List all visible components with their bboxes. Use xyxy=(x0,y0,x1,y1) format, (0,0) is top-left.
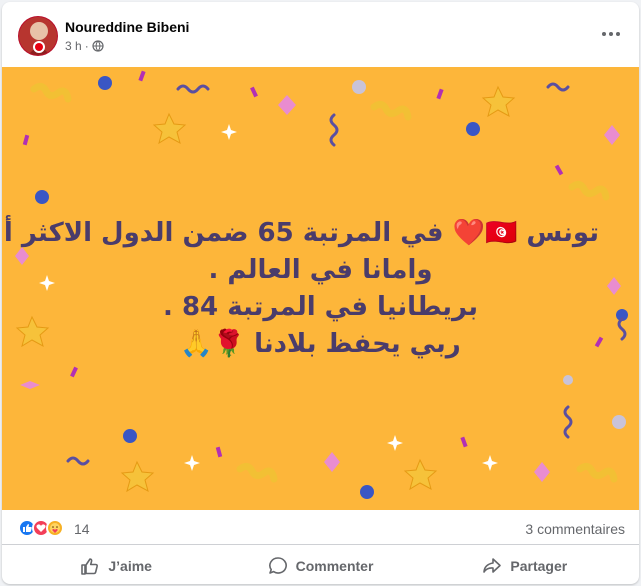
comment-button[interactable]: Commenter xyxy=(218,548,422,584)
post-text-line: ربي يحفظ بلادنا 🌹🙏 xyxy=(180,329,461,359)
author-avatar[interactable] xyxy=(18,16,58,56)
comment-button-label: Commenter xyxy=(295,558,374,574)
action-bar: J’aime Commenter Partager xyxy=(14,548,627,584)
post-background: تونس 🇹🇳❤️ في المرتبة 65 ضمن الدول الاكثر… xyxy=(2,67,639,510)
post-text-line: وامانا في العالم . xyxy=(208,255,433,285)
post-time[interactable]: 3 h xyxy=(65,39,82,53)
reaction-count[interactable]: 14 xyxy=(74,521,90,537)
reactions-bar: 14 3 commentaires xyxy=(2,510,639,545)
post-header: Noureddine Bibeni 3 h · xyxy=(2,2,639,64)
globe-icon[interactable] xyxy=(92,40,104,52)
post-text: تونس 🇹🇳❤️ في المرتبة 65 ضمن الدول الاكثر… xyxy=(2,215,599,363)
care-icon xyxy=(46,519,64,537)
post-text-line: تونس 🇹🇳❤️ في المرتبة 65 ضمن الدول الاكثر… xyxy=(2,218,599,248)
comments-count[interactable]: 3 commentaires xyxy=(525,521,625,537)
meta-separator: · xyxy=(84,39,89,53)
post-card: Noureddine Bibeni 3 h · تونس 🇹🇳❤️ في الم… xyxy=(2,2,639,584)
share-button[interactable]: Partager xyxy=(423,548,627,584)
like-button-label: J’aime xyxy=(108,558,152,574)
thumbs-up-icon xyxy=(81,558,99,575)
post-text-line: بريطانيا في المرتبة 84 . xyxy=(163,292,478,322)
more-options-icon[interactable] xyxy=(597,22,625,46)
like-button[interactable]: J’aime xyxy=(14,548,218,584)
share-icon xyxy=(483,558,502,573)
reaction-icons[interactable] xyxy=(18,519,64,537)
share-button-label: Partager xyxy=(510,558,568,574)
author-name[interactable]: Noureddine Bibeni xyxy=(65,19,189,35)
comment-icon xyxy=(268,557,287,574)
post-meta: 3 h · xyxy=(65,39,104,53)
